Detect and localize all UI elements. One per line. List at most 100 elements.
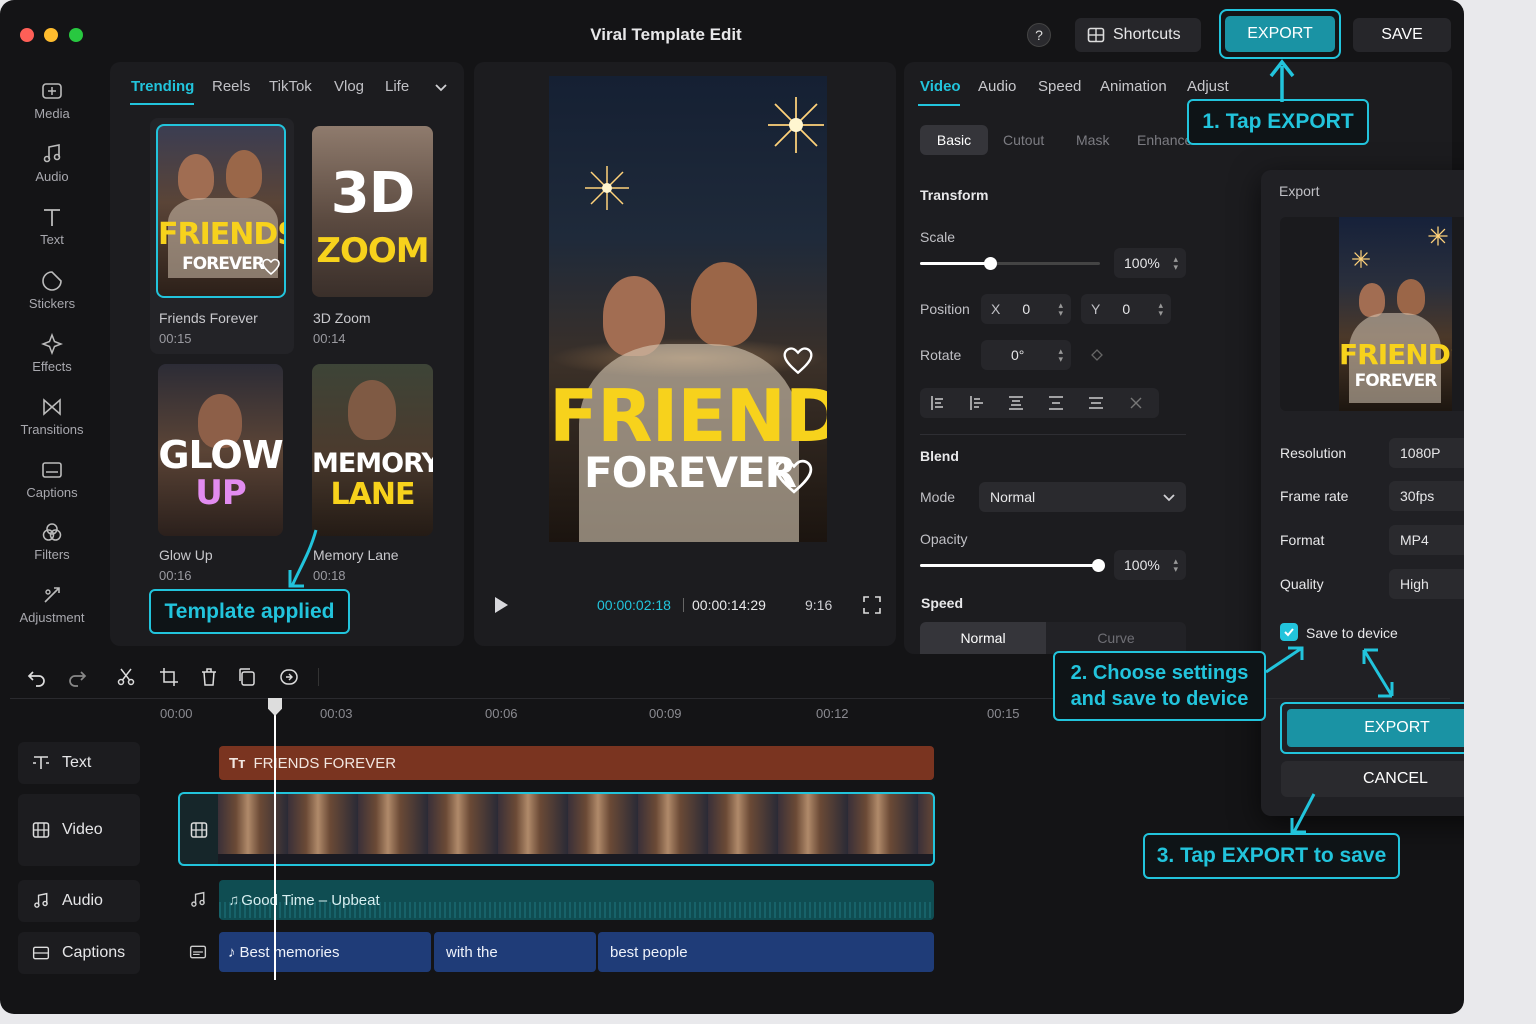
track-label-audio[interactable]: Audio [18, 880, 140, 922]
format-dropdown[interactable]: MP4 [1389, 525, 1464, 555]
music-note-icon [191, 891, 205, 907]
tab-speed[interactable]: Speed [1038, 78, 1081, 95]
export-button[interactable]: EXPORT [1225, 16, 1335, 52]
sidebar-item-text[interactable]: Text [8, 200, 96, 258]
subtab-mask[interactable]: Mask [1076, 132, 1109, 148]
scale-slider-knob[interactable] [984, 257, 997, 270]
undo-icon[interactable] [27, 667, 47, 687]
duplicate-icon[interactable] [237, 667, 257, 687]
tab-vlog[interactable]: Vlog [334, 78, 364, 95]
y-label: Y [1091, 301, 1101, 317]
position-y-stepper[interactable]: Y 0 ▴ ▾ [1081, 294, 1171, 324]
sparkler-icon [1428, 226, 1448, 246]
distribute-icon[interactable] [1129, 396, 1143, 410]
caption-clip[interactable]: with the [434, 932, 596, 972]
scale-value-stepper[interactable]: 100% ▴ ▾ [1114, 248, 1186, 278]
caption-clip[interactable]: ♪ Best memories [219, 932, 431, 972]
tab-tiktok[interactable]: TikTok [269, 78, 312, 95]
annotation-step2-line1: 2. Choose settings [1070, 662, 1249, 684]
tab-trending[interactable]: Trending [131, 78, 194, 95]
fullscreen-icon[interactable] [863, 596, 881, 614]
window-maximize-button[interactable] [69, 28, 83, 42]
tab-reels[interactable]: Reels [212, 78, 250, 95]
save-to-device-checkbox[interactable] [1280, 623, 1298, 641]
diamond-keyframe-icon[interactable] [1091, 349, 1103, 361]
ruler-tick: 00:06 [485, 706, 518, 721]
opacity-slider-knob[interactable] [1092, 559, 1105, 572]
blend-mode-dropdown[interactable]: Normal [979, 482, 1186, 512]
track-label-captions[interactable]: Captions [18, 932, 140, 974]
shortcuts-button[interactable]: Shortcuts [1075, 18, 1201, 52]
template-thumbnail[interactable]: GLOW UP [158, 364, 283, 536]
align-bottom-icon[interactable] [1088, 395, 1104, 411]
window-minimize-button[interactable] [44, 28, 58, 42]
tab-life[interactable]: Life [385, 78, 409, 95]
align-middle-icon[interactable] [1048, 395, 1064, 411]
split-scissors-icon[interactable] [116, 667, 136, 687]
sidebar-item-audio[interactable]: Audio [8, 137, 96, 195]
quality-dropdown[interactable]: High [1389, 569, 1464, 599]
align-center-icon[interactable] [969, 395, 985, 411]
redo-icon[interactable] [67, 667, 87, 687]
subtab-enhance[interactable]: Enhance [1137, 132, 1192, 148]
aspect-ratio-button[interactable]: 9:16 [805, 597, 832, 613]
play-icon[interactable] [492, 596, 510, 614]
save-button[interactable]: SAVE [1353, 18, 1451, 52]
template-title-line1: MEMORY [312, 448, 433, 479]
sidebar-item-label: Transitions [20, 422, 84, 437]
sidebar-item-adjustment[interactable]: Adjustment [8, 578, 96, 636]
dialog-export-button[interactable]: EXPORT [1287, 709, 1464, 747]
save-to-device-label: Save to device [1306, 625, 1398, 641]
subtab-cutout[interactable]: Cutout [1003, 132, 1044, 148]
speed-curve-button[interactable]: Curve [1046, 622, 1186, 654]
sidebar-item-filters[interactable]: Filters [8, 515, 96, 573]
playhead[interactable] [274, 706, 276, 980]
sidebar-item-effects[interactable]: Effects [8, 327, 96, 385]
trash-icon[interactable] [199, 667, 219, 687]
sidebar-item-transitions[interactable]: Transitions [8, 390, 96, 448]
sidebar-item-captions[interactable]: Captions [8, 453, 96, 511]
subtab-basic[interactable]: Basic [920, 125, 988, 155]
scale-slider-track[interactable] [920, 257, 1100, 270]
text-clip[interactable]: Tт FRIENDS FOREVER [219, 746, 934, 780]
template-thumbnail[interactable]: MEMORY LANE [312, 364, 433, 536]
sidebar-item-stickers[interactable]: Stickers [8, 264, 96, 322]
caption-clip[interactable]: best people [598, 932, 934, 972]
speed-normal-button[interactable]: Normal [920, 622, 1046, 654]
crop-icon[interactable] [159, 667, 179, 687]
framerate-dropdown[interactable]: 30fps [1389, 481, 1464, 511]
sidebar-item-media[interactable]: Media [8, 74, 96, 132]
export-preview-line2: FOREVER [1354, 371, 1438, 391]
track-label: Audio [62, 892, 103, 909]
annotation-step1: 1. Tap EXPORT [1187, 99, 1369, 145]
opacity-value-stepper[interactable]: 100% ▴ ▾ [1114, 550, 1186, 580]
window-close-button[interactable] [20, 28, 34, 42]
track-label: Video [62, 821, 103, 838]
align-top-icon[interactable] [1008, 395, 1024, 411]
audio-clip[interactable]: ♫ Good Time – Upbeat [219, 880, 934, 920]
tab-adjust[interactable]: Adjust [1187, 78, 1229, 95]
tab-audio[interactable]: Audio [978, 78, 1016, 95]
preview-video[interactable]: FRIENDS FOREVER [549, 76, 827, 542]
tab-animation[interactable]: Animation [1100, 78, 1167, 95]
resolution-dropdown[interactable]: 1080P [1389, 438, 1464, 468]
replace-icon[interactable] [279, 667, 299, 687]
template-name: Friends Forever [159, 310, 258, 326]
music-note-icon [34, 892, 48, 908]
align-left-icon[interactable] [930, 395, 946, 411]
position-x-stepper[interactable]: X 0 ▴ ▾ [981, 294, 1071, 324]
rotate-stepper[interactable]: 0° ▴ ▾ [981, 340, 1071, 370]
template-name: 3D Zoom [313, 310, 371, 326]
track-label-video[interactable]: Video [18, 794, 140, 866]
tab-video[interactable]: Video [920, 78, 961, 95]
playhead-handle[interactable] [268, 698, 282, 716]
sticker-icon [42, 271, 62, 291]
help-button[interactable]: ? [1027, 23, 1051, 47]
video-clip[interactable] [218, 792, 935, 866]
track-label-text[interactable]: Text [18, 742, 140, 784]
template-thumbnail[interactable]: 3D ZOOM [312, 126, 433, 297]
chevron-down-icon[interactable] [434, 80, 448, 94]
filters-icon [42, 523, 62, 541]
tab-active-underline [918, 104, 960, 106]
opacity-slider-track[interactable] [920, 559, 1105, 572]
